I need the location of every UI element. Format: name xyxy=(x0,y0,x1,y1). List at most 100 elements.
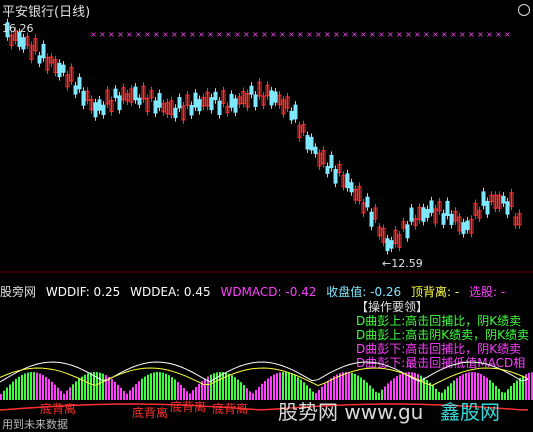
candle-body xyxy=(485,200,490,215)
signal-marker: × xyxy=(387,30,394,39)
signal-marker: × xyxy=(378,30,385,39)
signal-marker: × xyxy=(414,30,421,39)
signal-marker: × xyxy=(315,30,322,39)
kline-panel[interactable]: × × × × × × × × × × × × × × × × × × × × × × × × × × × × × × × × × × × × × × × ×… xyxy=(0,0,533,282)
indicator-bar xyxy=(156,372,158,400)
indicator-bar xyxy=(39,373,41,400)
indicator-bar xyxy=(24,373,26,400)
indicator-bar xyxy=(510,386,512,400)
candle-body xyxy=(173,107,178,119)
signal-marker: × xyxy=(351,30,358,39)
bottom-divergence-label-2: 底背离 xyxy=(132,406,169,420)
indicator-bar xyxy=(237,379,239,400)
indicator-bar xyxy=(528,373,530,400)
indicator-bar xyxy=(51,381,53,400)
indicator-bar xyxy=(159,372,161,400)
indicator-bar xyxy=(171,377,173,400)
watermark-main: 股势网 www.gu xyxy=(278,400,424,424)
high-price-label: 16.26 xyxy=(2,22,34,35)
signal-marker: × xyxy=(477,30,484,39)
indicator-bar xyxy=(273,374,275,400)
indicator-bar xyxy=(105,375,107,400)
candle-body xyxy=(177,97,182,109)
signal-marker: × xyxy=(279,30,286,39)
indicator-bar xyxy=(12,381,14,400)
candle-body xyxy=(229,93,234,108)
settings-circle-icon[interactable] xyxy=(518,4,530,16)
candle-body xyxy=(93,102,98,118)
signal-marker: × xyxy=(135,30,142,39)
indicator-bar xyxy=(111,379,113,400)
indicator-bar xyxy=(513,383,515,400)
candle-body xyxy=(81,90,86,106)
indicator-bar xyxy=(123,391,125,400)
candle-body xyxy=(365,196,370,208)
indicator-bar xyxy=(162,372,164,400)
indicator-bar xyxy=(90,372,92,400)
indicator-bar xyxy=(114,381,116,400)
indicator-bar xyxy=(120,387,122,400)
candle-body xyxy=(349,182,354,193)
candle-body xyxy=(193,92,198,108)
candle-body xyxy=(73,85,78,95)
candle-body xyxy=(61,64,66,73)
signal-marker: × xyxy=(162,30,169,39)
signal-marker: × xyxy=(180,30,187,39)
bottom-divergence-label-3: 底背离 xyxy=(170,400,207,414)
indicator-bar xyxy=(15,379,17,400)
indicator-bar xyxy=(150,373,152,400)
signal-marker: × xyxy=(486,30,493,39)
indicator-bar xyxy=(48,379,50,400)
indicator-bar xyxy=(258,386,260,400)
indicator-bar xyxy=(141,378,143,400)
indicator-bar xyxy=(255,389,257,400)
indicator-bar xyxy=(243,385,245,400)
candle-body xyxy=(153,100,158,114)
indicator-bar xyxy=(33,372,35,400)
signal-marker: × xyxy=(306,30,313,39)
candle-body xyxy=(117,95,122,111)
candle-body xyxy=(289,110,294,121)
indicator-bar xyxy=(108,376,110,400)
candle-body xyxy=(77,77,82,90)
indicator-bar xyxy=(264,380,266,400)
indicator-bar xyxy=(426,379,428,400)
candle-body xyxy=(209,97,214,111)
indicator-bar xyxy=(267,378,269,400)
indicator-bar xyxy=(516,380,518,400)
indicator-bar xyxy=(231,375,233,400)
indicator-bar xyxy=(168,375,170,400)
indicator-bar xyxy=(36,372,38,400)
signal-marker: × xyxy=(423,30,430,39)
signal-marker: × xyxy=(198,30,205,39)
candle-body xyxy=(385,238,390,252)
candle-body xyxy=(197,99,202,112)
candle-body xyxy=(441,213,446,225)
candle-body xyxy=(101,104,106,116)
candle-body xyxy=(213,91,218,101)
indicator-bar xyxy=(0,394,2,400)
signal-marker: × xyxy=(342,30,349,39)
signal-marker: × xyxy=(216,30,223,39)
indicator-bar xyxy=(240,382,242,400)
candle-body xyxy=(249,85,254,95)
signal-marker: × xyxy=(90,30,97,39)
candle-body xyxy=(253,94,258,107)
indicator-bar xyxy=(501,392,503,400)
candle-body xyxy=(449,213,454,225)
indicator-bar xyxy=(54,384,56,400)
indicator-bar xyxy=(174,379,176,400)
indicator-bar xyxy=(270,376,272,400)
kline-chart: × × × × × × × × × × × × × × × × × × × × × × × × × × × × × × × × × × × × × × × ×… xyxy=(0,18,533,273)
candle-body xyxy=(501,195,506,204)
candle-body xyxy=(481,191,486,206)
indicator-bar xyxy=(132,387,134,400)
indicator-bar xyxy=(42,375,44,400)
indicator-bar xyxy=(87,373,89,400)
indicator-bar xyxy=(261,383,263,400)
indicator-bar xyxy=(78,378,80,400)
candle-body xyxy=(345,173,350,189)
candle-body xyxy=(21,37,26,50)
chart-title: 平安银行(日线) xyxy=(2,5,91,20)
candle-body xyxy=(305,135,310,150)
